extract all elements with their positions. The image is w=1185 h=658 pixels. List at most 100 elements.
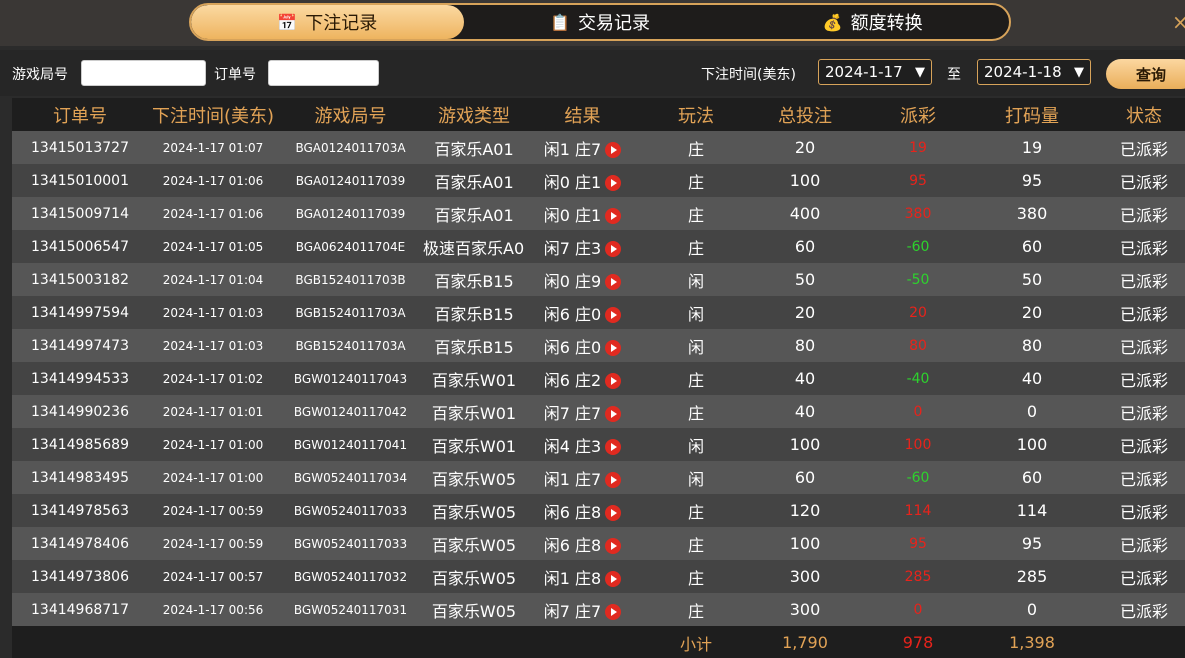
order-no-input[interactable]: [268, 60, 379, 86]
turnover-cell: 380: [978, 197, 1086, 230]
column-header: 状态: [1086, 98, 1185, 131]
table-row: 13414990236 2024-1-17 01:01 BGW01240117042…: [12, 395, 1185, 428]
date-to-select[interactable]: 2024-1-18 ▼: [977, 59, 1091, 85]
play-type-cell: 庄: [640, 197, 752, 230]
tab-credit-transfer[interactable]: 💰 额度转换: [736, 5, 1009, 39]
result-text: 闲7 庄7: [543, 403, 602, 423]
order-no-cell: 13414978563: [12, 494, 148, 527]
order-no-cell: 13415013727: [12, 131, 148, 164]
play-type-cell: 庄: [640, 164, 752, 197]
play-replay-icon[interactable]: [605, 538, 622, 554]
result-cell: 闲4 庄3: [525, 428, 640, 461]
play-replay-icon[interactable]: [605, 406, 622, 422]
result-text: 闲1 庄7: [543, 469, 602, 489]
turnover-cell: 20: [978, 296, 1086, 329]
play-replay-icon[interactable]: [605, 241, 622, 257]
game-type-cell: 百家乐B15: [423, 263, 525, 296]
play-replay-icon[interactable]: [605, 142, 622, 158]
total-bet-cell: 80: [752, 329, 858, 362]
game-round-cell: BGB1524011703A: [278, 296, 423, 329]
play-replay-icon[interactable]: [605, 208, 622, 224]
total-bet-cell: 40: [752, 362, 858, 395]
play-replay-icon[interactable]: [605, 340, 622, 356]
game-round-cell: BGW05240117034: [278, 461, 423, 494]
status-cell: 已派彩: [1086, 527, 1185, 560]
order-no-cell: 13415003182: [12, 263, 148, 296]
order-no-cell: 13414985689: [12, 428, 148, 461]
table-header-row: 订单号 下注时间(美东) 游戏局号 游戏类型 结果 玩法 总投注 派彩 打码量 …: [12, 98, 1185, 131]
order-no-cell: 13414997473: [12, 329, 148, 362]
total-bet-cell: 120: [752, 494, 858, 527]
left-edge: [0, 98, 12, 658]
tab-label: 额度转换: [850, 13, 923, 34]
game-type-cell: 百家乐W01: [423, 362, 525, 395]
result-cell: 闲1 庄7: [525, 131, 640, 164]
result-cell: 闲6 庄8: [525, 527, 640, 560]
order-no-cell: 13414978406: [12, 527, 148, 560]
turnover-cell: 114: [978, 494, 1086, 527]
game-round-cell: BGW05240117033: [278, 527, 423, 560]
tab-label: 下注记录: [305, 13, 378, 34]
tab-bet-records[interactable]: 📅 下注记录: [191, 5, 464, 39]
payout-cell: 114: [858, 494, 978, 527]
game-type-cell: 百家乐A01: [423, 131, 525, 164]
order-no-cell: 13414973806: [12, 560, 148, 593]
play-replay-icon[interactable]: [605, 373, 622, 389]
result-text: 闲6 庄8: [543, 535, 602, 555]
top-bar: 📅 下注记录 📋 交易记录 💰 额度转换 ×: [0, 0, 1185, 46]
play-replay-icon[interactable]: [605, 472, 622, 488]
table-row: 13415010001 2024-1-17 01:06 BGA01240117039…: [12, 164, 1185, 197]
status-cell: 已派彩: [1086, 329, 1185, 362]
game-type-cell: 百家乐W05: [423, 494, 525, 527]
turnover-cell: 0: [978, 395, 1086, 428]
game-type-cell: 百家乐W05: [423, 560, 525, 593]
play-replay-icon[interactable]: [605, 274, 622, 290]
payout-cell: 20: [858, 296, 978, 329]
game-round-cell: BGB1524011703B: [278, 263, 423, 296]
play-replay-icon[interactable]: [605, 571, 622, 587]
play-replay-icon[interactable]: [605, 439, 622, 455]
status-cell: 已派彩: [1086, 263, 1185, 296]
column-header: 派彩: [858, 98, 978, 131]
total-bet-cell: 40: [752, 395, 858, 428]
subtotal-payout: 978: [858, 626, 978, 658]
turnover-cell: 100: [978, 428, 1086, 461]
game-no-input[interactable]: [81, 60, 206, 86]
order-no-cell: 13415006547: [12, 230, 148, 263]
result-text: 闲6 庄0: [543, 337, 602, 357]
tab-group: 📅 下注记录 📋 交易记录 💰 额度转换: [189, 3, 1011, 41]
result-cell: 闲6 庄0: [525, 296, 640, 329]
game-round-cell: BGW01240117042: [278, 395, 423, 428]
order-no-cell: 13415009714: [12, 197, 148, 230]
play-replay-icon[interactable]: [605, 505, 622, 521]
play-replay-icon[interactable]: [605, 307, 622, 323]
table-row: 13414994533 2024-1-17 01:02 BGW01240117043…: [12, 362, 1185, 395]
close-icon[interactable]: ×: [1172, 10, 1185, 34]
turnover-cell: 40: [978, 362, 1086, 395]
turnover-cell: 95: [978, 527, 1086, 560]
subtotal-row: 小计 1,790 978 1,398: [12, 626, 1185, 658]
result-cell: 闲6 庄8: [525, 494, 640, 527]
game-round-cell: BGW05240117031: [278, 593, 423, 626]
query-button[interactable]: 查询: [1106, 59, 1185, 89]
result-text: 闲6 庄8: [543, 502, 602, 522]
game-round-cell: BGB1524011703A: [278, 329, 423, 362]
result-cell: 闲0 庄1: [525, 197, 640, 230]
result-cell: 闲6 庄0: [525, 329, 640, 362]
payout-cell: -50: [858, 263, 978, 296]
table-row: 13414997473 2024-1-17 01:03 BGB1524011703A…: [12, 329, 1185, 362]
calendar-icon: 📅: [277, 12, 298, 32]
status-cell: 已派彩: [1086, 230, 1185, 263]
play-type-cell: 庄: [640, 230, 752, 263]
bet-time-cell: 2024-1-17 01:06: [148, 197, 278, 230]
column-header: 玩法: [640, 98, 752, 131]
play-replay-icon[interactable]: [605, 175, 622, 191]
game-type-cell: 百家乐B15: [423, 296, 525, 329]
game-type-cell: 百家乐W01: [423, 395, 525, 428]
play-replay-icon[interactable]: [605, 604, 622, 620]
date-to-value: 2024-1-18: [984, 63, 1062, 81]
payout-cell: 80: [858, 329, 978, 362]
date-from-select[interactable]: 2024-1-17 ▼: [818, 59, 932, 85]
tab-transaction-records[interactable]: 📋 交易记录: [464, 5, 737, 39]
result-cell: 闲7 庄7: [525, 395, 640, 428]
